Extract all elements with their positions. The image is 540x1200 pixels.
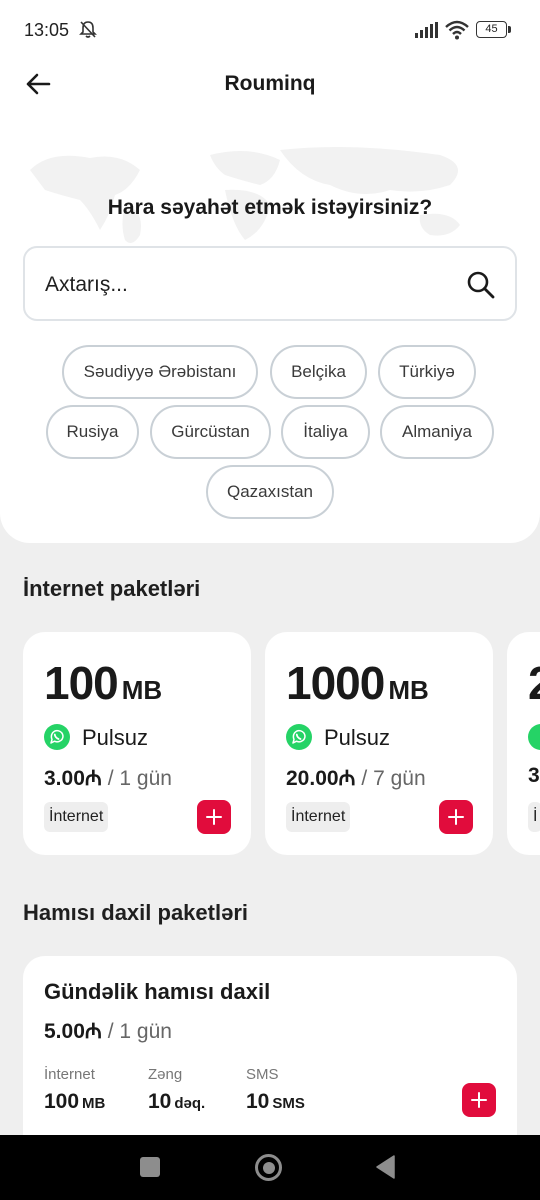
add-package-button[interactable] [197,800,231,834]
battery-icon: 45 [476,21,512,39]
country-chip-russia[interactable]: Rusiya [46,405,139,459]
package-type-tag: İnternet [44,802,109,832]
all-inclusive-title: Hamısı daxil paketləri [23,900,248,925]
search-input[interactable]: Axtarış... [23,246,517,321]
page-title: Rouminq [224,72,316,95]
internet-label: İnternet [44,1066,95,1083]
internet-package-card[interactable]: 1000 MB Pulsuz 20.00₼ / 7 gün İnternet [265,632,493,855]
internet-package-card[interactable]: 100 MB Pulsuz 3.00₼ / 1 gün İnternet [23,632,251,855]
search-placeholder: Axtarış... [45,273,128,296]
travel-question: Hara səyahət etmək istəyirsiniz? [107,196,433,219]
add-package-button[interactable] [462,1083,496,1117]
whatsapp-icon [286,724,312,750]
mute-icon [79,21,97,38]
package-name: Gündəlik hamısı daxil [44,979,271,1004]
internet-packages-title: İnternet paketləri [23,576,201,601]
battery-level: 45 [476,21,507,38]
country-chip-georgia[interactable]: Gürcüstan [150,405,271,459]
country-chip-belgium[interactable]: Belçika [270,345,367,399]
call-value: 10 dəq. [148,1090,206,1113]
country-chip-germany[interactable]: Almaniya [380,405,494,459]
country-chip-saudi-arabia[interactable]: Səudiyyə Ərəbistanı [62,345,258,399]
sms-label: SMS [246,1066,279,1083]
package-price: 3.00₼ / 1 gün [44,767,172,790]
whatsapp-icon [44,724,70,750]
call-label: Zəng [148,1066,183,1083]
package-price: 3 [528,764,540,787]
status-bar: 13:05 45 [0,0,540,60]
whatsapp-bonus: Pulsuz [82,725,149,750]
package-price: 5.00₼ / 1 gün [44,1020,172,1043]
sms-value: 10 SMS [246,1090,305,1113]
internet-package-card-partial[interactable]: 2 3 İ [507,632,540,855]
package-volume: 1000 MB [286,657,429,709]
world-map-background [30,146,460,244]
search-icon[interactable] [465,269,497,301]
wifi-icon [445,20,469,40]
package-price: 20.00₼ / 7 gün [286,767,426,790]
system-navigation-bar [0,1135,540,1200]
country-chip-turkey[interactable]: Türkiyə [378,345,476,399]
country-chip-italy[interactable]: İtaliya [281,405,370,459]
whatsapp-bonus: Pulsuz [324,725,391,750]
recent-apps-button[interactable] [140,1157,160,1177]
internet-value: 100 MB [44,1090,106,1113]
home-button[interactable] [255,1154,282,1181]
package-volume: 100 MB [44,657,163,709]
nav-back-button[interactable] [375,1155,395,1179]
top-panel: 13:05 45 Rouminq Hara səyahət etmək istə… [0,0,540,543]
signal-icon [415,22,438,38]
status-time: 13:05 [24,20,70,40]
package-volume: 2 [528,656,540,710]
whatsapp-icon [528,724,540,750]
all-inclusive-package-card[interactable]: Gündəlik hamısı daxil 5.00₼ / 1 gün İnte… [23,956,517,1156]
package-type-tag: İnternet [286,802,351,832]
package-type-tag: İ [528,802,540,832]
add-package-button[interactable] [439,800,473,834]
country-chip-kazakhstan[interactable]: Qazaxıstan [206,465,334,519]
